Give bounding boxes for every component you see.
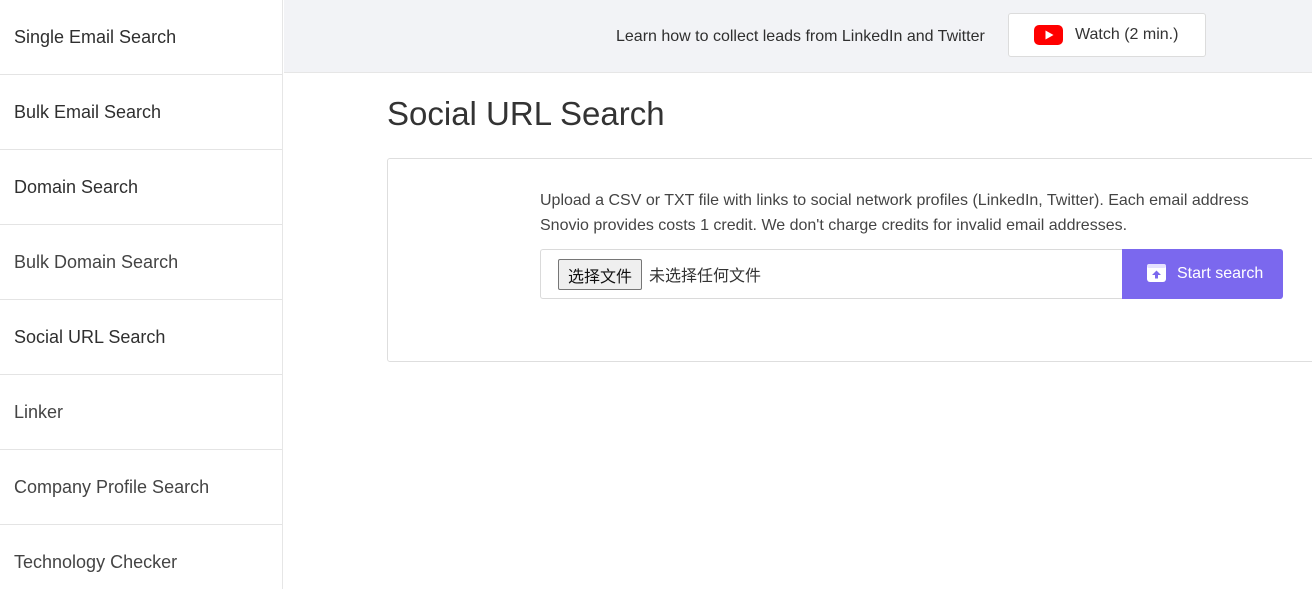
banner-text: Learn how to collect leads from LinkedIn… — [616, 27, 985, 45]
sidebar-item-label: Technology Checker — [14, 552, 178, 572]
sidebar-item-bulk-email-search[interactable]: Bulk Email Search — [0, 75, 282, 150]
sidebar-item-label: Company Profile Search — [14, 476, 210, 497]
choose-file-button[interactable]: 选择文件 — [558, 259, 643, 290]
watch-video-label: Watch (2 min.) — [1075, 26, 1179, 43]
upload-description: Upload a CSV or TXT file with links to s… — [540, 192, 1249, 234]
tutorial-banner: Learn how to collect leads from LinkedIn… — [284, 0, 1312, 73]
sidebar-item-linker[interactable]: Linker — [0, 375, 282, 450]
file-status-text: 未选择任何文件 — [649, 266, 762, 285]
app: Single Email Search Bulk Email Search Do… — [0, 0, 1312, 589]
upload-icon — [1147, 264, 1166, 282]
sidebar-item-label: Social URL Search — [14, 326, 166, 347]
sidebar-item-label: Single Email Search — [14, 26, 177, 47]
sidebar-item-domain-search[interactable]: Domain Search — [0, 150, 282, 225]
sidebar-item-social-url-search[interactable]: Social URL Search — [0, 300, 282, 375]
sidebar-item-label: Bulk Email Search — [14, 101, 162, 122]
page-title: Social URL Search — [387, 95, 665, 132]
sidebar-item-label: Linker — [14, 401, 64, 422]
upload-card: Upload a CSV or TXT file with links to s… — [387, 158, 1312, 362]
sidebar-item-single-email-search[interactable]: Single Email Search — [0, 0, 282, 75]
watch-video-button[interactable]: Watch (2 min.) — [1008, 13, 1206, 57]
sidebar-item-label: Bulk Domain Search — [14, 251, 179, 272]
upload-row: 选择文件 未选择任何文件 Start search — [540, 249, 1283, 299]
file-input[interactable]: 选择文件 未选择任何文件 — [540, 249, 1123, 299]
sidebar-item-technology-checker[interactable]: Technology Checker — [0, 525, 282, 589]
sidebar: Single Email Search Bulk Email Search Do… — [0, 0, 283, 589]
sidebar-item-bulk-domain-search[interactable]: Bulk Domain Search — [0, 225, 282, 300]
start-search-label: Start search — [1177, 265, 1264, 282]
sidebar-item-label: Domain Search — [14, 176, 139, 197]
youtube-icon — [1034, 25, 1063, 45]
sidebar-item-company-profile-search[interactable]: Company Profile Search — [0, 450, 282, 525]
start-search-button[interactable]: Start search — [1122, 249, 1283, 299]
